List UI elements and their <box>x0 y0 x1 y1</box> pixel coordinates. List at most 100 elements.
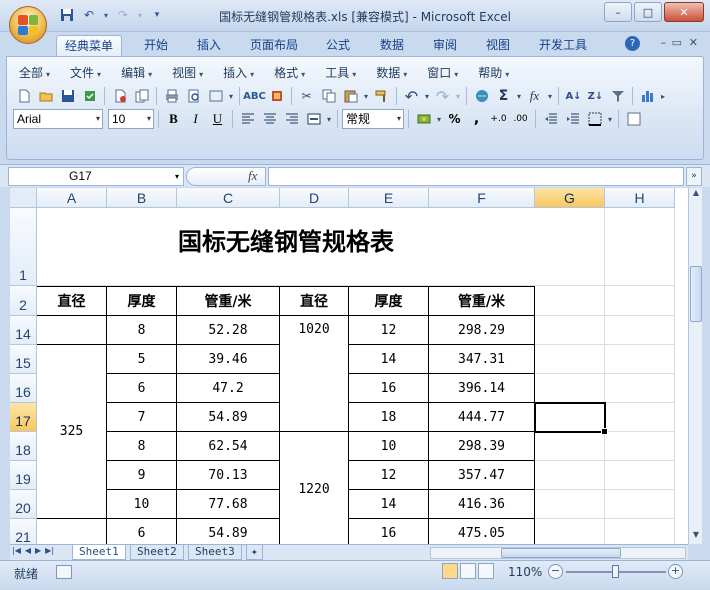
header-cell-weight[interactable]: 管重/米 <box>177 286 280 316</box>
menu-file[interactable]: 文件 ▾ <box>66 63 109 83</box>
tab-classic-menu[interactable]: 经典菜单 <box>56 35 123 56</box>
chevron-down-icon[interactable]: ▾ <box>606 109 614 130</box>
column-header-g[interactable]: G <box>535 188 605 208</box>
cell-b21[interactable]: 6 <box>107 519 177 544</box>
filter-icon[interactable] <box>607 86 628 107</box>
borders-icon[interactable] <box>584 109 605 130</box>
sheet-tab-2[interactable]: Sheet2 <box>130 545 184 560</box>
name-box[interactable]: G17 ▾ <box>8 167 184 186</box>
menu-format[interactable]: 格式 ▾ <box>270 63 313 83</box>
column-header-h[interactable]: H <box>605 188 675 208</box>
row-header-15[interactable]: 15 <box>10 345 37 374</box>
row-header-14[interactable]: 14 <box>10 316 37 345</box>
horizontal-scroll-thumb[interactable] <box>501 548 621 558</box>
page-break-view-button[interactable] <box>478 563 494 579</box>
cell-c16[interactable]: 47.2 <box>177 374 280 403</box>
menu-all[interactable]: 全部 ▾ <box>15 63 58 83</box>
cell-g14[interactable] <box>535 316 605 345</box>
align-right-icon[interactable] <box>281 109 302 130</box>
cell-c21[interactable]: 54.89 <box>177 519 280 544</box>
cell-h16[interactable] <box>605 374 675 403</box>
normal-view-button[interactable] <box>442 563 458 579</box>
scroll-down-icon[interactable]: ▼ <box>690 530 702 544</box>
number-format-select[interactable]: 常规 ▾ <box>342 109 404 129</box>
horizontal-scrollbar[interactable] <box>430 547 686 559</box>
email-icon[interactable] <box>109 86 130 107</box>
cell-b16[interactable]: 6 <box>107 374 177 403</box>
minimize-button[interactable]: – <box>604 2 632 22</box>
zoom-in-button[interactable]: + <box>668 564 683 579</box>
bold-button[interactable]: B <box>163 109 184 130</box>
column-header-f[interactable]: F <box>429 188 535 208</box>
chevron-down-icon[interactable]: ▾ <box>325 109 333 130</box>
header-cell-diameter[interactable]: 直径 <box>37 286 107 316</box>
column-header-d[interactable]: D <box>280 188 349 208</box>
cell-g1[interactable] <box>535 208 605 286</box>
format-painter-icon[interactable] <box>371 86 392 107</box>
cell-h17[interactable] <box>605 403 675 432</box>
cell-h19[interactable] <box>605 461 675 490</box>
first-sheet-icon[interactable]: |◀ <box>12 546 21 555</box>
cell-g21[interactable] <box>535 519 605 544</box>
customize-qat-icon[interactable]: ▾ <box>148 6 166 24</box>
cell-f17[interactable]: 444.77 <box>429 403 535 432</box>
copy-icon[interactable] <box>318 86 339 107</box>
cell-h21[interactable] <box>605 519 675 544</box>
cut-icon[interactable]: ✂ <box>296 86 317 107</box>
cell-c15[interactable]: 39.46 <box>177 345 280 374</box>
cell-g15[interactable] <box>535 345 605 374</box>
undo-dropdown-icon[interactable]: ▾ <box>102 6 110 24</box>
cell-f15[interactable]: 347.31 <box>429 345 535 374</box>
cell-a21[interactable] <box>37 519 107 544</box>
cell-e16[interactable]: 16 <box>349 374 429 403</box>
font-name-select[interactable]: Arial ▾ <box>13 109 103 129</box>
redo-icon[interactable]: ↷ <box>432 86 453 107</box>
undo-icon[interactable]: ↶ <box>401 86 422 107</box>
header-cell-thickness[interactable]: 厚度 <box>107 286 177 316</box>
insert-function-icon[interactable]: fx <box>524 86 545 107</box>
cell-h1[interactable] <box>605 208 675 286</box>
chevron-down-icon[interactable]: ▾ <box>362 86 370 107</box>
menu-edit[interactable]: 编辑 ▾ <box>117 63 160 83</box>
cell-c17[interactable]: 54.89 <box>177 403 280 432</box>
cell-f19[interactable]: 357.47 <box>429 461 535 490</box>
cell-g2[interactable] <box>535 286 605 316</box>
ribbon-close-icon[interactable]: ✕ <box>689 36 698 49</box>
cell-b20[interactable]: 10 <box>107 490 177 519</box>
row-header-18[interactable]: 18 <box>10 432 37 461</box>
ribbon-minimize-icon[interactable]: – <box>661 36 667 49</box>
spelling-icon[interactable]: ABC <box>243 86 266 107</box>
cell-b18[interactable]: 8 <box>107 432 177 461</box>
tab-review[interactable]: 审阅 <box>425 35 465 56</box>
cell-g18[interactable] <box>535 432 605 461</box>
save-icon[interactable] <box>57 86 78 107</box>
redo-dropdown-icon[interactable]: ▾ <box>136 6 144 24</box>
cell-h20[interactable] <box>605 490 675 519</box>
cell-f16[interactable]: 396.14 <box>429 374 535 403</box>
chart-icon[interactable] <box>637 86 658 107</box>
tab-view[interactable]: 视图 <box>478 35 518 56</box>
new-file-icon[interactable] <box>13 86 34 107</box>
insert-function-button[interactable]: fx <box>248 168 257 184</box>
cell-c19[interactable]: 70.13 <box>177 461 280 490</box>
save-icon[interactable] <box>58 6 76 24</box>
next-sheet-icon[interactable]: ▶ <box>35 546 41 555</box>
sort-descending-icon[interactable]: Z↓ <box>585 86 606 107</box>
vertical-scrollbar[interactable]: ▲ ▼ <box>688 188 702 544</box>
chevron-down-icon[interactable]: ▾ <box>423 86 431 107</box>
column-header-c[interactable]: C <box>177 188 280 208</box>
row-header-20[interactable]: 20 <box>10 490 37 519</box>
tab-formulas[interactable]: 公式 <box>318 35 358 56</box>
prev-sheet-icon[interactable]: ◀ <box>25 546 31 555</box>
tab-insert[interactable]: 插入 <box>189 35 229 56</box>
header-cell-weight-2[interactable]: 管重/米 <box>429 286 535 316</box>
merged-diameter-1220[interactable]: 1220 <box>280 432 349 544</box>
tab-data[interactable]: 数据 <box>372 35 412 56</box>
chevron-down-icon[interactable]: ▾ <box>515 86 523 107</box>
cell-e21[interactable]: 16 <box>349 519 429 544</box>
row-header-16[interactable]: 16 <box>10 374 37 403</box>
menu-view[interactable]: 视图 ▾ <box>168 63 211 83</box>
header-cell-thickness-2[interactable]: 厚度 <box>349 286 429 316</box>
decrease-decimal-button[interactable]: .00 <box>510 109 531 130</box>
cell-g20[interactable] <box>535 490 605 519</box>
